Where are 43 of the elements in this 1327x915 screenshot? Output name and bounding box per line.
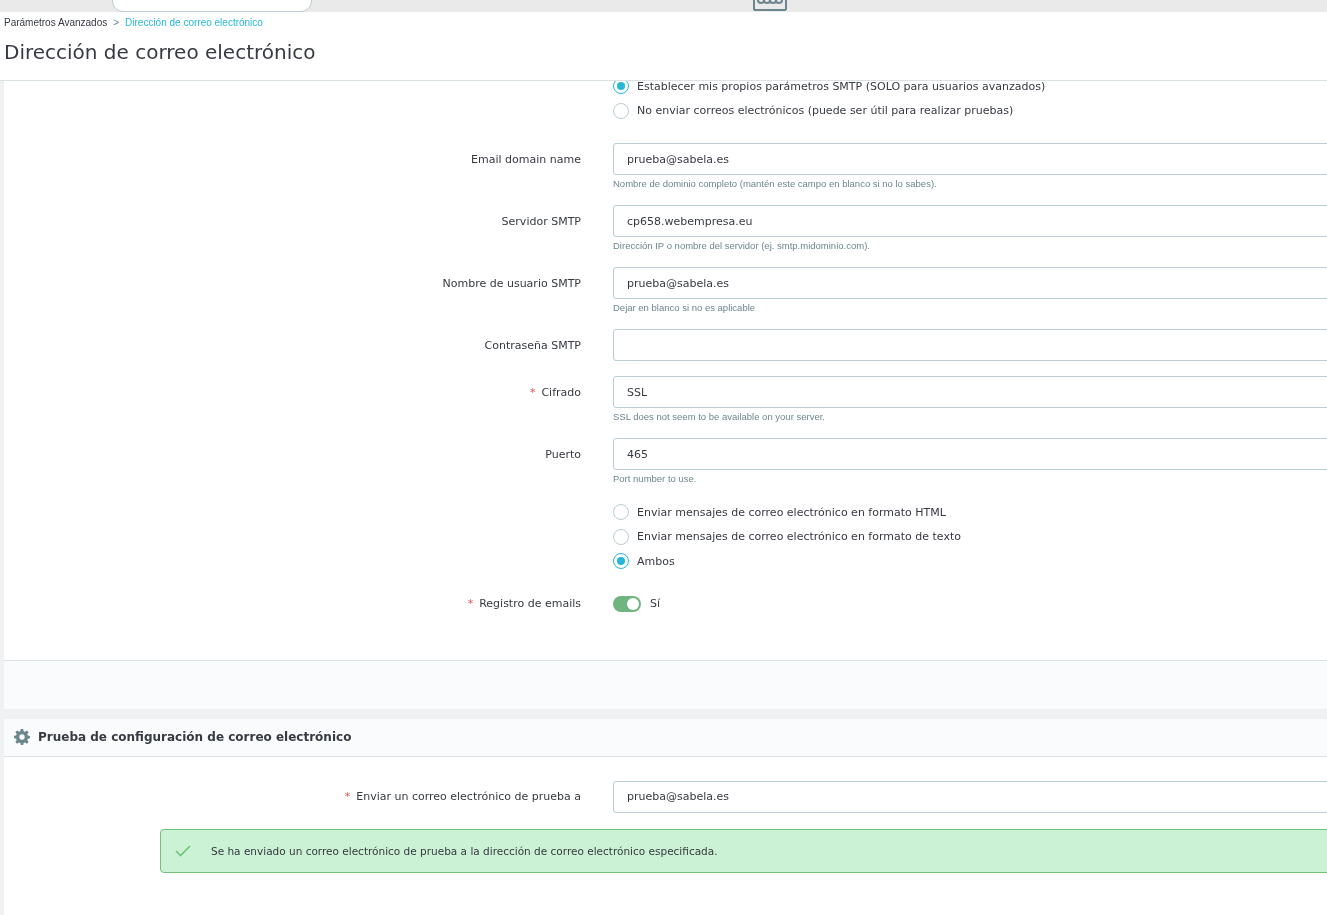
radio-label[interactable]: Enviar mensajes de correo electrónico en formato HTML	[637, 505, 946, 519]
radio-label[interactable]: Enviar mensajes de correo electrónico en formato de texto	[637, 530, 961, 544]
radio-button[interactable]	[613, 528, 629, 545]
breadcrumb-separator: >	[113, 17, 120, 28]
field-label: * Cifrado	[529, 384, 581, 401]
radio-button[interactable]	[613, 504, 629, 521]
field-label: Puerto	[545, 446, 581, 463]
field-label: Nombre de usuario SMTP	[442, 275, 581, 292]
text-field[interactable]: cp658.webempresa.eu	[613, 205, 1327, 237]
check-icon	[175, 844, 191, 857]
text-field[interactable]: prueba@sabela.es	[613, 267, 1327, 299]
radio-button[interactable]	[613, 81, 629, 95]
radio-label[interactable]: Ambos	[637, 554, 675, 568]
alert-message: Se ha enviado un correo electrónico de prueba a la dirección de correo electrónico especificada.	[211, 844, 718, 857]
toggle-switch[interactable]	[613, 595, 641, 612]
switch-state-label: Sí	[650, 597, 661, 610]
required-mark: *	[467, 597, 474, 610]
text-field[interactable]: SSL	[613, 376, 1327, 408]
radio-label[interactable]: Establecer mis propios parámetros SMTP (SOLO para usuarios avanzados)	[637, 81, 1046, 93]
help-text: Port number to use.	[613, 472, 698, 486]
field-label: Servidor SMTP	[501, 213, 581, 230]
help-text: Nombre de dominio completo (mantén este campo en blanco si no lo sabes).	[613, 177, 938, 191]
field-label: * Registro de emails	[467, 596, 581, 612]
help-text: Dejar en blanco si no es aplicable	[613, 301, 757, 315]
breadcrumb-link[interactable]: Parámetros Avanzados	[4, 17, 108, 28]
text-field[interactable]: prueba@sabela.es	[613, 780, 1327, 813]
required-mark: *	[344, 790, 351, 803]
radio-button[interactable]	[613, 553, 629, 570]
field-label: Contraseña SMTP	[484, 337, 581, 354]
text-field[interactable]: prueba@sabela.es	[613, 143, 1327, 175]
required-mark: *	[529, 385, 536, 399]
help-text: Dirección IP o nombre del servidor (ej. smtp.midominio.com).	[613, 239, 871, 253]
page-title: Dirección de correo electrónico	[4, 40, 317, 64]
help-text: SSL does not seem to be available on your server.	[613, 410, 826, 424]
settings-icon	[14, 729, 30, 745]
panel-title: Prueba de configuración de correo electrónico	[38, 730, 352, 744]
radio-button[interactable]	[613, 102, 629, 119]
breadcrumb-current: Dirección de correo electrónico	[125, 17, 263, 28]
text-field[interactable]	[613, 329, 1327, 361]
field-label: * Enviar un correo electrónico de prueba a	[344, 789, 581, 805]
text-field[interactable]: 465	[613, 438, 1327, 470]
field-label: Email domain name	[471, 151, 581, 168]
radio-label[interactable]: No enviar correos electrónicos (puede ser útil para realizar pruebas)	[637, 104, 1014, 118]
